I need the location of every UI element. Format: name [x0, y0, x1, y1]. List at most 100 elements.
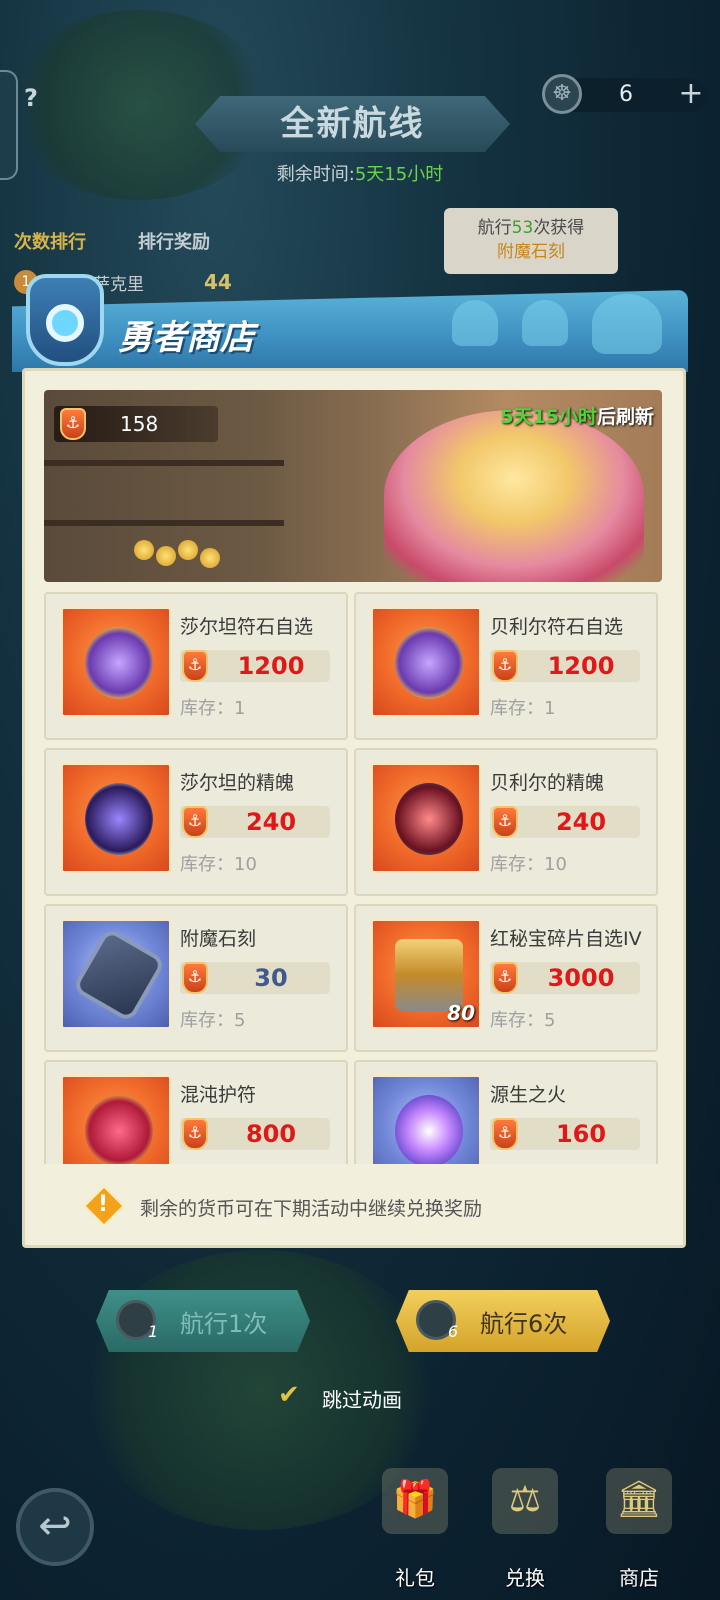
- origin-fire-icon: [370, 1074, 482, 1164]
- event-title-banner: 全新航线: [195, 96, 510, 152]
- stock-label: 库存：: [180, 854, 234, 875]
- skip-animation-toggle[interactable]: ✔ 跳过动画: [278, 1380, 428, 1414]
- ticket-count: 6: [619, 82, 633, 107]
- item-name: 混沌护符: [180, 1084, 257, 1106]
- remaining-time-label: 剩余时间:: [276, 164, 355, 185]
- item-stock: 库存：1: [180, 694, 245, 720]
- remaining-time-value: 5天15小时: [354, 164, 444, 185]
- ship-silhouette-icon: [452, 300, 498, 346]
- sail-six-button[interactable]: 6 航行6次: [396, 1290, 610, 1352]
- add-ticket-button[interactable]: +: [678, 78, 704, 112]
- ranking-tabs: 次数排行 排行奖励: [14, 228, 234, 258]
- statue-silhouette-icon: [592, 294, 662, 354]
- item-stock: 库存：5: [180, 1006, 245, 1032]
- stock-label: 库存：: [490, 698, 544, 719]
- item-orb: [395, 1095, 463, 1164]
- shelf: [44, 520, 284, 526]
- shop-title: 勇者商店: [118, 318, 254, 358]
- nav-exchange[interactable]: ⚖ 兑换: [480, 1468, 570, 1590]
- tab-ranking-reward[interactable]: 排行奖励: [138, 228, 210, 254]
- item-orb: [71, 926, 167, 1024]
- brave-badge-icon: ⚓: [182, 962, 208, 994]
- voyage-tip-count: 53: [511, 218, 534, 238]
- brave-badge-icon: ⚓: [182, 806, 208, 838]
- treasure-chest-icon: 80: [370, 918, 482, 1030]
- nav-gift-label: 礼包: [395, 1566, 435, 1590]
- scale-icon: ⚖: [492, 1468, 558, 1534]
- stock-label: 库存：: [180, 1010, 234, 1031]
- skip-animation-label: 跳过动画: [322, 1388, 402, 1412]
- tab-count-ranking[interactable]: 次数排行: [14, 228, 86, 254]
- item-orb: [395, 627, 463, 699]
- rune-stone-icon: [370, 606, 482, 718]
- nav-shop[interactable]: 🏛 商店: [594, 1468, 684, 1590]
- shop-item-card[interactable]: 源生之火 ⚓ 160: [354, 1060, 658, 1164]
- help-button[interactable]: ?: [24, 84, 48, 114]
- item-name: 贝利尔符石自选: [490, 616, 624, 638]
- gift-icon: 🎁: [382, 1468, 448, 1534]
- item-price: 3000: [547, 964, 615, 992]
- shop-emblem-icon: [26, 274, 104, 366]
- gold-coin-icon: [134, 540, 154, 560]
- nav-gift[interactable]: 🎁 礼包: [370, 1468, 460, 1590]
- item-price-bar: ⚓ 160: [490, 1118, 640, 1150]
- currency-display: ⚓ 158: [54, 406, 218, 442]
- stock-value: 10: [544, 854, 567, 875]
- stock-value: 10: [234, 854, 257, 875]
- shop-item-card[interactable]: 80 红秘宝碎片自选IV ⚓ 3000 库存：5: [354, 904, 658, 1052]
- stock-label: 库存：: [180, 698, 234, 719]
- shop-item-card[interactable]: 莎尔坦符石自选 ⚓ 1200 库存：1: [44, 592, 348, 740]
- voyage-reward-tip: 航行53次获得 附魔石刻: [444, 208, 618, 274]
- sail-once-label: 航行1次: [180, 1310, 268, 1338]
- item-price-bar: ⚓ 240: [180, 806, 330, 838]
- refresh-suffix: 后刷新: [596, 406, 654, 428]
- item-orb: [85, 1095, 153, 1164]
- voyage-ticket-counter: ☸ 6 +: [542, 74, 708, 114]
- sail-cost: 6: [448, 1322, 459, 1341]
- currency-amount: 158: [120, 412, 159, 436]
- warning-mark: !: [98, 1192, 109, 1217]
- stock-value: 1: [544, 698, 556, 719]
- item-price-bar: ⚓ 1200: [490, 650, 640, 682]
- voyage-tip-suffix: 次获得: [533, 218, 585, 238]
- essence-orb-icon: [370, 762, 482, 874]
- shop-item-card[interactable]: 附魔石刻 ⚓ 30 库存：5: [44, 904, 348, 1052]
- item-stock: 库存：5: [490, 1006, 555, 1032]
- shop-item-card[interactable]: 莎尔坦的精魄 ⚓ 240 库存：10: [44, 748, 348, 896]
- brave-badge-icon: ⚓: [492, 650, 518, 682]
- shop-item-card[interactable]: 贝利尔的精魄 ⚓ 240 库存：10: [354, 748, 658, 896]
- shop-item-grid[interactable]: 莎尔坦符石自选 ⚓ 1200 库存：1 贝利尔符石自选 ⚓ 1200 库存：1 莎尔…: [44, 592, 662, 1164]
- sail-once-button[interactable]: 1 航行1次: [96, 1290, 310, 1352]
- brave-badge-icon: ⚓: [492, 962, 518, 994]
- brave-badge-icon: ⚓: [182, 1118, 208, 1150]
- shop-item-card[interactable]: 混沌护符 ⚓ 800: [44, 1060, 348, 1164]
- brave-badge-icon: ⚓: [492, 806, 518, 838]
- item-price-bar: ⚓ 30: [180, 962, 330, 994]
- rank-player-value: 44: [204, 270, 232, 294]
- item-price-bar: ⚓ 1200: [180, 650, 330, 682]
- shop-item-card[interactable]: 贝利尔符石自选 ⚓ 1200 库存：1: [354, 592, 658, 740]
- item-orb: [85, 783, 153, 855]
- nav-exchange-label: 兑换: [505, 1566, 545, 1590]
- item-price: 1200: [547, 652, 615, 680]
- item-name: 源生之火: [490, 1084, 567, 1106]
- item-orb: [85, 627, 153, 699]
- gold-coin-icon: [178, 540, 198, 560]
- shop-header: [12, 290, 688, 372]
- stock-value: 5: [234, 1010, 246, 1031]
- back-button[interactable]: ↩: [16, 1488, 94, 1566]
- stock-label: 库存：: [490, 1010, 544, 1031]
- note-text: 剩余的货币可在下期活动中继续兑换奖励: [140, 1198, 483, 1220]
- checkmark-icon: ✔: [278, 1380, 300, 1410]
- cat-silhouette-icon: [522, 300, 568, 346]
- voyage-tip-prefix: 航行: [477, 218, 512, 238]
- brave-badge-icon: ⚓: [60, 408, 86, 440]
- shopkeeper-character: [384, 410, 644, 582]
- refresh-timer: 5天15小时后刷新: [454, 402, 654, 429]
- shop-icon: 🏛: [606, 1468, 672, 1534]
- item-name: 贝利尔的精魄: [490, 772, 605, 794]
- rune-stone-icon: [60, 606, 172, 718]
- side-panel-tab[interactable]: [0, 70, 18, 180]
- item-name: 红秘宝碎片自选IV: [490, 928, 642, 950]
- sail-cost: 1: [148, 1322, 159, 1341]
